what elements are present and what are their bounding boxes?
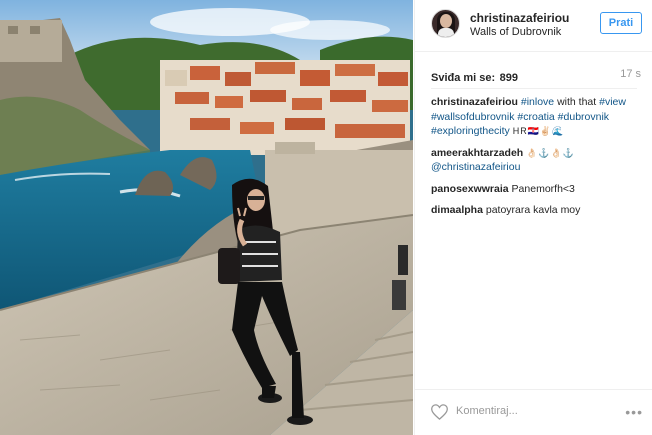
heart-icon[interactable]	[431, 404, 448, 420]
divider	[431, 88, 637, 89]
comment-mention[interactable]: @christinazafeiriou	[431, 161, 520, 173]
comment-emoji: 👌🏻⚓👌🏻⚓	[526, 147, 575, 158]
comment-input[interactable]: Komentiraj...	[456, 405, 518, 417]
comment-item: dimaalpha patoyrara kavla moy	[431, 203, 643, 218]
location-link[interactable]: Walls of Dubrovnik	[470, 26, 561, 38]
caption-username[interactable]: christinazafeiriou	[431, 96, 518, 108]
comment-item: panosexwwraia Panemorfh<3	[431, 182, 643, 197]
likes-row: Sviđa mi se: 899 17 s	[431, 68, 641, 84]
post-footer: Komentiraj... •••	[415, 389, 652, 435]
hashtag-link[interactable]: #exploringthecity	[431, 125, 510, 137]
hashtag-link[interactable]: #inlove	[521, 96, 554, 108]
comment-text: patoyrara kavla moy	[485, 204, 581, 216]
avatar[interactable]	[431, 9, 460, 38]
username-link[interactable]: christinazafeiriou	[470, 11, 569, 25]
comment-username[interactable]: panosexwwraia	[431, 183, 509, 195]
likes-count[interactable]: 899	[500, 72, 518, 84]
ellipsis-icon[interactable]: •••	[625, 404, 643, 420]
avatar-body	[438, 28, 454, 37]
comment-username[interactable]: dimaalpha	[431, 204, 483, 216]
likes-label: Sviđa mi se:	[431, 72, 496, 84]
comment-item: ameerakhtarzadeh 👌🏻⚓👌🏻⚓ @christinazafeir…	[431, 146, 643, 175]
avatar-face	[440, 14, 452, 28]
post-side-panel: christinazafeiriou Walls of Dubrovnik Pr…	[414, 0, 652, 435]
post-header: christinazafeiriou Walls of Dubrovnik Pr…	[415, 0, 652, 52]
caption-emoji: HR🇭🇷✌🏻🌊	[512, 126, 565, 136]
comment-text: Panemorfh<3	[511, 182, 575, 195]
timestamp[interactable]: 17 s	[620, 68, 641, 80]
post-photo[interactable]	[0, 0, 413, 435]
comments-list: christinazafeiriou #inlove with that #vi…	[431, 95, 643, 225]
hashtag-link[interactable]: #view	[599, 96, 626, 108]
hashtag-link[interactable]: #wallsofdubrovnik	[431, 111, 514, 123]
caption: christinazafeiriou #inlove with that #vi…	[431, 95, 643, 139]
dubrovnik-photo-illustration	[0, 0, 413, 435]
follow-button[interactable]: Prati	[600, 12, 642, 34]
hashtag-link[interactable]: #croatia	[517, 111, 554, 123]
comment-username[interactable]: ameerakhtarzadeh	[431, 147, 523, 159]
caption-fragment: with that	[554, 96, 600, 108]
hashtag-link[interactable]: #dubrovnik	[558, 111, 609, 123]
